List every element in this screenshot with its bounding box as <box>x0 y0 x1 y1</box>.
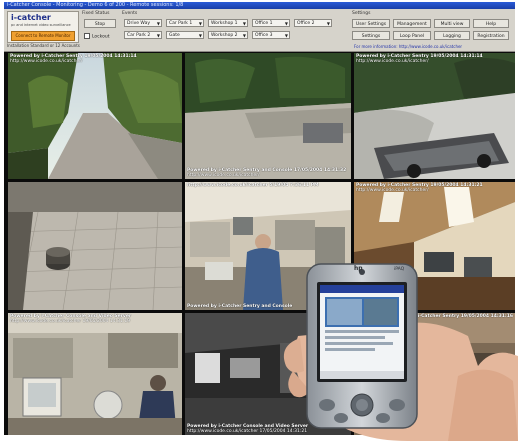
camera-select-workshop-2[interactable]: Workshop 2 ▼ <box>208 31 248 39</box>
connect-remote-button[interactable]: Connect to Remote Monitor <box>11 31 75 41</box>
camera-url: http://www.icode.co.uk/icatcher 19/05/20… <box>10 319 131 324</box>
road-with-car-image <box>354 53 515 179</box>
info-link[interactable]: For more information: http://www.icode.c… <box>354 44 462 49</box>
chevron-down-icon: ▼ <box>198 33 202 38</box>
window-title: i-Catcher Console - Monitoring - Demo 6 … <box>7 2 184 8</box>
logo-panel: i-catcher pc and internet video surveill… <box>7 11 79 43</box>
pda-device <box>306 263 418 429</box>
camera-select-workshop-1[interactable]: Workshop 1 ▼ <box>208 19 248 27</box>
chevron-down-icon: ▼ <box>156 21 160 26</box>
lockout-label: Lockout <box>92 34 110 40</box>
console-toolbar: i-catcher pc and internet video surveill… <box>4 9 515 52</box>
camera-select-label: Office 1 <box>255 21 273 26</box>
settings-label: Settings <box>352 11 371 16</box>
camera-view-driveway[interactable]: Powered by i-Catcher Sentry 19/05/2004 1… <box>8 53 182 179</box>
app-logo-subtitle: pc and internet video surveillance <box>11 23 71 27</box>
camera-url: http://www.icode.co.uk/icatcher/ <box>356 188 429 193</box>
window-titlebar: i-Catcher Console - Monitoring - Demo 6 … <box>4 2 515 9</box>
app-logo: i-catcher <box>11 13 51 22</box>
garden-path-image <box>8 53 182 179</box>
pda-model-label: iPAQ <box>394 267 405 272</box>
fixed-status-label: Fixed Status <box>82 11 110 16</box>
cluttered-office-image <box>8 313 182 435</box>
camera-url: http://www.icode.co.uk/icatcher/ <box>187 173 260 178</box>
chevron-down-icon: ▼ <box>198 21 202 26</box>
management-button[interactable]: Management <box>393 19 431 28</box>
lockout-checkbox[interactable]: Lockout <box>84 33 109 40</box>
camera-select-label: Car Park 1 <box>169 21 193 26</box>
camera-select-car-park-2[interactable]: Car Park 2 ▼ <box>124 31 162 39</box>
camera-select-label: Drive Way <box>127 21 151 26</box>
camera-caption: Powered by i-Catcher Sentry and Console <box>187 304 293 309</box>
camera-select-label: Gate <box>169 33 180 38</box>
stop-button[interactable]: Stop <box>84 19 116 28</box>
car-park-image <box>185 53 351 179</box>
events-label: Events <box>122 11 138 16</box>
camera-url: http://www.icode.co.uk/icatcher/ <box>356 59 429 64</box>
camera-url: http://www.icode.co.uk/icatcher 5/19/04 … <box>187 183 319 188</box>
camera-select-gate[interactable]: Gate ▼ <box>166 31 204 39</box>
camera-view-patio[interactable] <box>8 182 182 310</box>
camera-url: http://www.icode.co.uk/icatcher/ <box>10 59 83 64</box>
camera-select-office-1[interactable]: Office 1 ▼ <box>252 19 290 27</box>
chevron-down-icon: ▼ <box>156 33 160 38</box>
loop-panel-button[interactable]: Loop Panel <box>393 31 431 40</box>
camera-select-label: Office 2 <box>297 21 315 26</box>
user-settings-button[interactable]: User Settings <box>352 19 390 28</box>
camera-select-car-park-1[interactable]: Car Park 1 ▼ <box>166 19 204 27</box>
camera-view-office[interactable]: Powered by i-Catcher Console and Video S… <box>8 313 182 435</box>
pda-brand-logo: hp <box>354 265 363 272</box>
camera-view-car-park[interactable]: Powered by i-Catcher Sentry and Console … <box>185 53 351 179</box>
camera-select-label: Office 3 <box>255 33 273 38</box>
settings-button[interactable]: Settings <box>352 31 390 40</box>
camera-select-office-3[interactable]: Office 3 ▼ <box>252 31 290 39</box>
chevron-down-icon: ▼ <box>326 21 330 26</box>
installation-status: Installation Standard or 12 Accounts <box>7 43 80 48</box>
chevron-down-icon: ▼ <box>284 33 288 38</box>
patio-image <box>8 182 182 310</box>
chevron-down-icon: ▼ <box>242 21 246 26</box>
chevron-down-icon: ▼ <box>284 21 288 26</box>
registration-button[interactable]: Registration <box>473 31 509 40</box>
help-button[interactable]: Help <box>473 19 509 28</box>
camera-select-label: Car Park 2 <box>127 33 151 38</box>
chevron-down-icon: ▼ <box>242 33 246 38</box>
camera-select-office-2[interactable]: Office 2 ▼ <box>294 19 332 27</box>
multi-view-button[interactable]: Multi view <box>434 19 470 28</box>
camera-select-label: Workshop 1 <box>211 21 238 26</box>
camera-view-gate[interactable]: Powered by i-Catcher Sentry 19/05/2004 1… <box>354 53 515 179</box>
camera-select-label: Workshop 2 <box>211 33 238 38</box>
camera-select-drive-way[interactable]: Drive Way ▼ <box>124 19 162 27</box>
logging-button[interactable]: Logging <box>434 31 470 40</box>
checkbox-box <box>84 33 90 39</box>
